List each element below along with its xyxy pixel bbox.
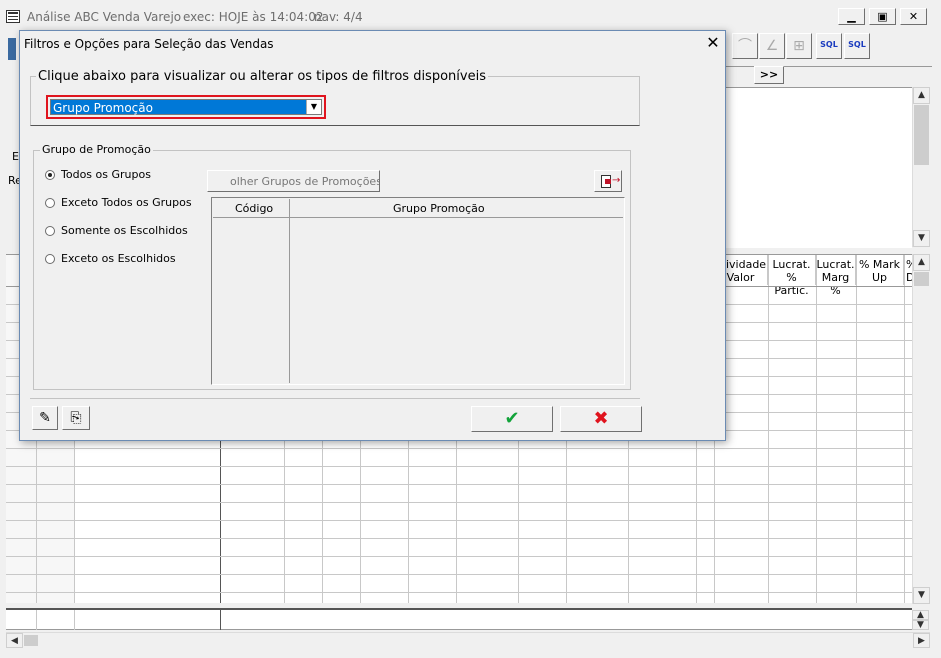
- promo-table: Código Grupo Promoção: [211, 197, 625, 385]
- copy-button[interactable]: ⎘: [62, 406, 90, 430]
- column-header-line: % Partic.: [774, 271, 809, 297]
- scroll-thumb[interactable]: [24, 635, 38, 646]
- close-window-button[interactable]: ✕: [900, 8, 927, 25]
- radio-label-exceto-todos[interactable]: Exceto Todos os Grupos: [61, 196, 192, 209]
- chart-steps-icon[interactable]: ⊞: [786, 33, 812, 59]
- dialog-close-button[interactable]: ✕: [703, 33, 723, 53]
- step-up-icon[interactable]: ▲: [912, 610, 929, 620]
- check-icon: ✔: [504, 408, 520, 429]
- scroll-up-icon[interactable]: ▲: [913, 254, 930, 271]
- scroll-up-icon[interactable]: ▲: [913, 87, 930, 104]
- radio-somente[interactable]: [45, 226, 55, 236]
- scroll-down-icon[interactable]: ▼: [913, 587, 930, 604]
- radio-label-todos[interactable]: Todos os Grupos: [61, 168, 151, 181]
- left-toolbar-icon[interactable]: [8, 38, 16, 60]
- column-header-line: Lucrat.: [816, 258, 855, 271]
- sql-icon: SQL: [848, 40, 866, 49]
- chart-curve-icon[interactable]: ⌒: [732, 33, 758, 59]
- minimize-icon: ▁: [847, 10, 856, 23]
- dialog-divider: [30, 398, 640, 399]
- main-window-titlebar: Análise ABC Venda Varejo exec: HOJE às 1…: [0, 0, 941, 34]
- column-header[interactable]: Lucrat. Marg %: [816, 255, 856, 297]
- column-header-line: Marg %: [821, 271, 850, 297]
- radio-exceto-escolhidos[interactable]: [45, 254, 55, 264]
- nav-status: nav: 4/4: [314, 10, 363, 24]
- export-button[interactable]: →: [594, 170, 622, 192]
- promo-group-label: Grupo de Promoção: [40, 143, 153, 156]
- filter-type-group-label: Clique abaixo para visualizar ou alterar…: [36, 69, 488, 84]
- dialog-title: Filtros e Opções para Seleção das Vendas: [24, 37, 274, 51]
- column-header[interactable]: % Mark Up: [856, 255, 904, 285]
- side-panel-left: [6, 88, 20, 248]
- column-header[interactable]: Lucrat. % Partic.: [768, 255, 816, 297]
- close-icon: ✕: [908, 10, 919, 23]
- ok-button[interactable]: ✔: [471, 406, 553, 432]
- radio-label-somente[interactable]: Somente os Escolhidos: [61, 224, 188, 237]
- chevron-down-icon[interactable]: ▼: [306, 100, 321, 114]
- radio-label-exceto-escolhidos[interactable]: Exceto os Escolhidos: [61, 252, 176, 265]
- column-header-code[interactable]: Código: [235, 202, 273, 215]
- filter-type-select-value: Grupo Promoção: [53, 101, 153, 115]
- chart-angle-icon[interactable]: ∠: [759, 33, 785, 59]
- column-header-line: Lucrat.: [772, 258, 811, 271]
- promo-table-header: Código Grupo Promoção: [213, 199, 623, 383]
- restore-icon: ▣: [877, 10, 888, 23]
- exec-status: exec: HOJE às 14:04:02: [183, 10, 324, 24]
- minimize-button[interactable]: ▁: [838, 8, 865, 25]
- upper-scrollbar[interactable]: ▲ ▼: [912, 87, 930, 247]
- column-header-group[interactable]: Grupo Promoção: [393, 202, 485, 215]
- totals-stepper[interactable]: ▲ ▼: [912, 610, 930, 630]
- totals-row: [6, 608, 912, 630]
- next-tab-label: >>: [759, 68, 779, 81]
- step-down-icon[interactable]: ▼: [912, 620, 929, 630]
- side-label-e: E: [12, 150, 19, 163]
- cross-icon: ✖: [593, 408, 609, 429]
- scroll-right-icon[interactable]: ▶: [913, 633, 930, 648]
- eraser-button[interactable]: ✎: [32, 406, 58, 430]
- radio-exceto-todos[interactable]: [45, 198, 55, 208]
- horizontal-scrollbar[interactable]: ◀ ▶: [6, 632, 930, 649]
- next-tab-button[interactable]: >>: [754, 66, 784, 84]
- restore-button[interactable]: ▣: [869, 8, 896, 25]
- filter-dialog: Filtros e Opções para Seleção das Vendas…: [19, 30, 726, 441]
- scroll-thumb[interactable]: [914, 105, 929, 165]
- column-header[interactable]: % D: [904, 255, 912, 285]
- app-icon: [6, 10, 20, 23]
- scroll-left-icon[interactable]: ◀: [6, 633, 23, 648]
- radio-todos[interactable]: [45, 170, 55, 180]
- grid-scrollbar[interactable]: ▲ ▼: [912, 254, 930, 604]
- sql-icon: SQL: [820, 40, 838, 49]
- app-title: Análise ABC Venda Varejo: [27, 10, 182, 24]
- column-header-line: % Mark: [858, 258, 901, 271]
- scroll-down-icon[interactable]: ▼: [913, 230, 930, 247]
- sql-button-1[interactable]: SQL: [816, 33, 842, 59]
- eraser-icon: ✎: [39, 410, 51, 426]
- scroll-thumb[interactable]: [914, 272, 929, 286]
- upper-panel: [726, 87, 912, 248]
- choose-groups-label: olher Grupos de Promoções...: [230, 175, 380, 188]
- column-header-line: Up: [871, 271, 888, 284]
- sql-button-2[interactable]: SQL: [844, 33, 870, 59]
- copy-icon: ⎘: [70, 410, 82, 426]
- choose-groups-button[interactable]: olher Grupos de Promoções...: [207, 170, 380, 192]
- close-icon: ✕: [706, 33, 720, 52]
- cancel-button[interactable]: ✖: [560, 406, 642, 432]
- filter-type-select[interactable]: Grupo Promoção ▼: [50, 99, 322, 115]
